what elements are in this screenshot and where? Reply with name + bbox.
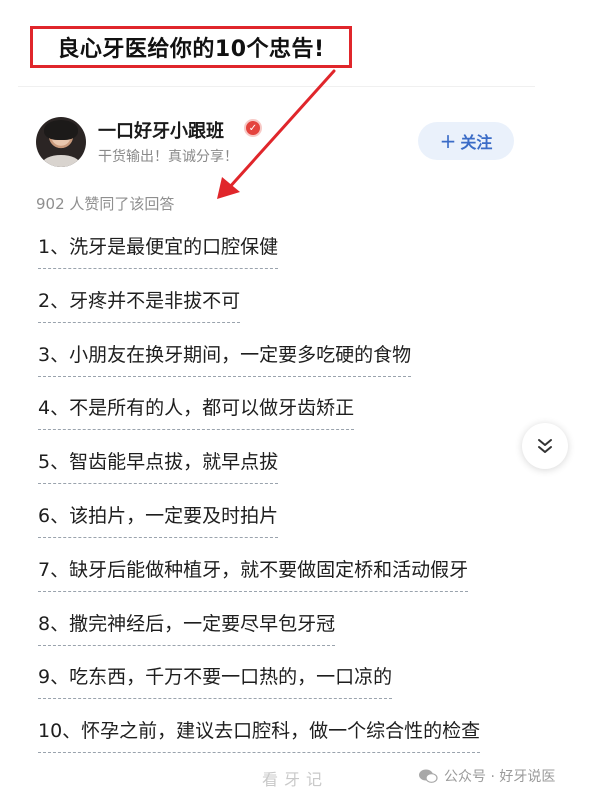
list-item-text: 10、怀孕之前，建议去口腔科，做一个综合性的检查	[38, 712, 481, 754]
list-item-text: 8、撒完神经后，一定要尽早包牙冠	[38, 605, 336, 646]
watermark-right: 公众号 · 好牙说医	[418, 766, 555, 786]
scroll-down-button[interactable]	[522, 423, 568, 469]
list-item-text: 1、洗牙是最便宜的口腔保健	[38, 228, 279, 269]
callout-text: 良心牙医给你的10个忠告!	[57, 37, 325, 62]
wechat-icon	[419, 769, 438, 783]
list-item[interactable]: 8、撒完神经后，一定要尽早包牙冠	[38, 605, 578, 659]
avatar[interactable]	[36, 117, 86, 167]
list-item[interactable]: 3、小朋友在换牙期间，一定要多吃硬的食物	[38, 336, 578, 390]
list-item[interactable]: 2、牙疼并不是非拔不可	[38, 282, 578, 336]
divider	[18, 86, 535, 87]
double-chevron-down-icon	[538, 439, 552, 453]
answer-list: 1、洗牙是最便宜的口腔保健 2、牙疼并不是非拔不可 3、小朋友在换牙期间，一定要多吃…	[38, 228, 578, 766]
list-item[interactable]: 5、智齿能早点拔，就早点拔	[38, 443, 578, 497]
list-item-text: 6、该拍片，一定要及时拍片	[38, 497, 279, 538]
watermark-right-text: 公众号 · 好牙说医	[444, 769, 556, 785]
list-item-text: 4、不是所有的人，都可以做牙齿矫正	[38, 389, 355, 431]
follow-button[interactable]: + 关注	[418, 122, 514, 160]
list-item[interactable]: 4、不是所有的人，都可以做牙齿矫正	[38, 389, 578, 443]
list-item[interactable]: 7、缺牙后能做种植牙，就不要做固定桥和活动假牙	[38, 551, 578, 605]
watermark-left: 看牙记	[262, 770, 329, 789]
likes-count: 902 人赞同了该回答	[36, 195, 175, 213]
list-item-text: 7、缺牙后能做种植牙，就不要做固定桥和活动假牙	[38, 551, 469, 592]
list-item[interactable]: 9、吃东西，千万不要一口热的，一口凉的	[38, 658, 578, 712]
callout-box: 良心牙医给你的10个忠告!	[30, 26, 352, 68]
list-item-text: 5、智齿能早点拔，就早点拔	[38, 443, 279, 485]
list-item-text: 3、小朋友在换牙期间，一定要多吃硬的食物	[38, 336, 412, 377]
list-item-text: 9、吃东西，千万不要一口热的，一口凉的	[38, 658, 393, 700]
author-name[interactable]: 一口好牙小跟班	[98, 117, 224, 143]
follow-label: 关注	[460, 133, 493, 152]
author-bio: 干货输出！真诚分享！	[98, 149, 238, 165]
plus-icon: +	[439, 129, 457, 153]
verified-badge-icon: ✓	[244, 119, 262, 137]
list-item-text: 2、牙疼并不是非拔不可	[38, 282, 241, 323]
list-item[interactable]: 10、怀孕之前，建议去口腔科，做一个综合性的检查	[38, 712, 578, 766]
list-item[interactable]: 6、该拍片，一定要及时拍片	[38, 497, 578, 551]
list-item[interactable]: 1、洗牙是最便宜的口腔保健	[38, 228, 578, 282]
